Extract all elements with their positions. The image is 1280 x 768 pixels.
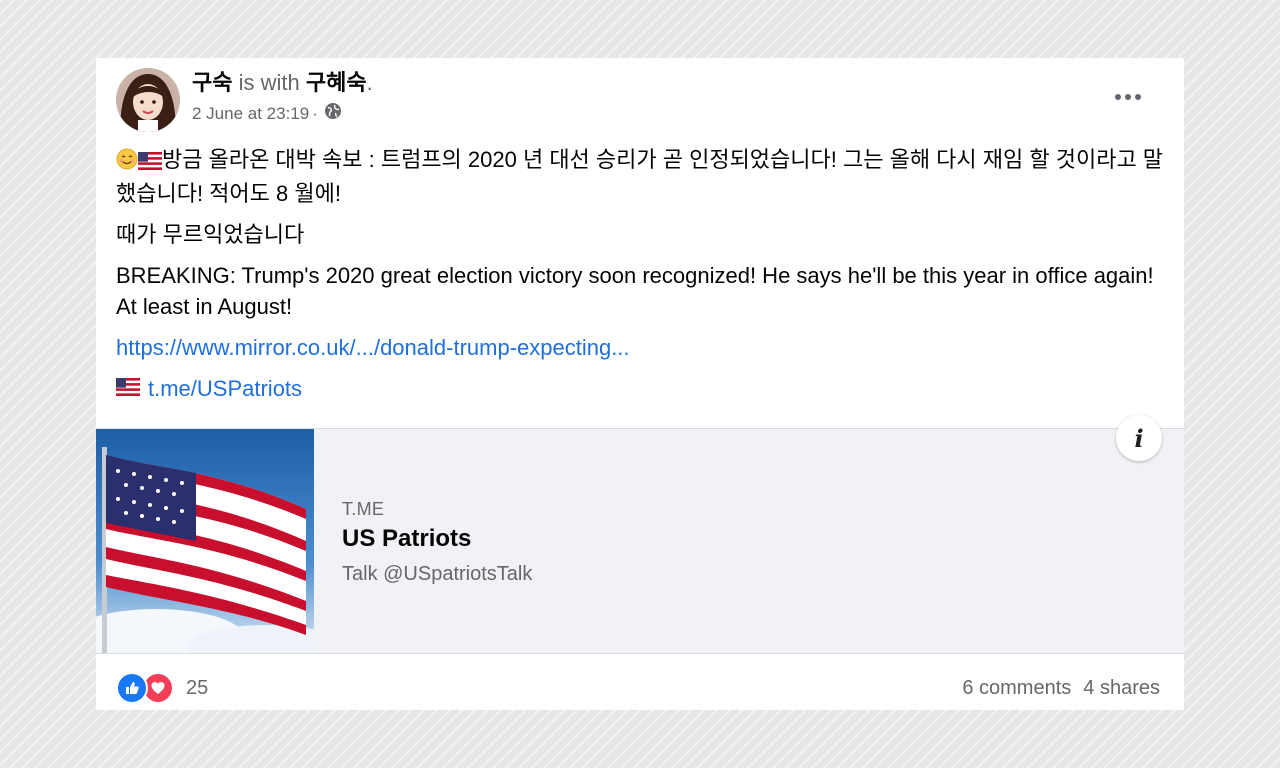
link-preview-card[interactable]: T.ME US Patriots Talk @USpatriotsTalk i: [96, 415, 1184, 654]
reaction-icons: [116, 672, 174, 704]
more-options-icon[interactable]: [1108, 84, 1148, 110]
post-footer: 25 6 comments 4 shares: [116, 670, 1160, 706]
post-meta: 2 June at 23:19 ·: [192, 102, 342, 126]
english-text: BREAKING: Trump's 2020 great election vi…: [116, 263, 1154, 319]
smiling-face-icon: [116, 147, 138, 178]
preview-domain: T.ME: [342, 499, 385, 519]
meta-separator: ·: [312, 104, 318, 123]
info-icon[interactable]: i: [1116, 415, 1162, 461]
post-timestamp[interactable]: 2 June at 23:19: [192, 103, 309, 125]
shares-count[interactable]: 4 shares: [1083, 677, 1160, 700]
us-flag-icon: [116, 373, 140, 404]
preview-title[interactable]: US Patriots: [342, 525, 471, 553]
korean-text-1: 방금 올라온 대박 속보 : 트럼프의 2020 년 대선 승리가 곧 인정되었…: [116, 147, 1164, 206]
tme-link[interactable]: t.me/USPatriots: [148, 373, 302, 404]
tagged-suffix: .: [366, 70, 373, 95]
tme-link-row: t.me/USPatriots: [116, 373, 1166, 404]
tagged-user[interactable]: 구혜숙: [306, 70, 367, 95]
comments-count[interactable]: 6 comments: [962, 677, 1071, 700]
preview-flag-image: [96, 429, 314, 653]
preview-subtitle: Talk @USpatriotsTalk: [342, 563, 533, 585]
reaction-count: 25: [186, 676, 209, 699]
globe-icon[interactable]: [324, 102, 342, 126]
korean-text-2: 때가 무르익었습니다: [116, 222, 305, 247]
post-author-line: 구숙 is with 구혜숙.: [192, 68, 373, 98]
article-link[interactable]: https://www.mirror.co.uk/.../donald-trum…: [116, 335, 630, 360]
engagement-stats: 6 comments 4 shares: [962, 677, 1160, 700]
us-flag-icon: [138, 147, 162, 178]
facebook-post-card: 구숙 is with 구혜숙. 2 June at 23:19 · 방금 올라온…: [96, 58, 1184, 710]
author-avatar[interactable]: [116, 68, 180, 132]
article-link-row: https://www.mirror.co.uk/.../donald-trum…: [116, 332, 1166, 363]
post-text-korean-1: 방금 올라온 대박 속보 : 트럼프의 2020 년 대선 승리가 곧 인정되었…: [116, 144, 1166, 209]
with-text: is with: [238, 70, 300, 95]
reactions-summary[interactable]: 25: [116, 672, 208, 704]
post-body: 방금 올라온 대박 속보 : 트럼프의 2020 년 대선 승리가 곧 인정되었…: [116, 144, 1166, 404]
author-name[interactable]: 구숙: [192, 70, 232, 95]
like-reaction-icon: [116, 672, 148, 704]
